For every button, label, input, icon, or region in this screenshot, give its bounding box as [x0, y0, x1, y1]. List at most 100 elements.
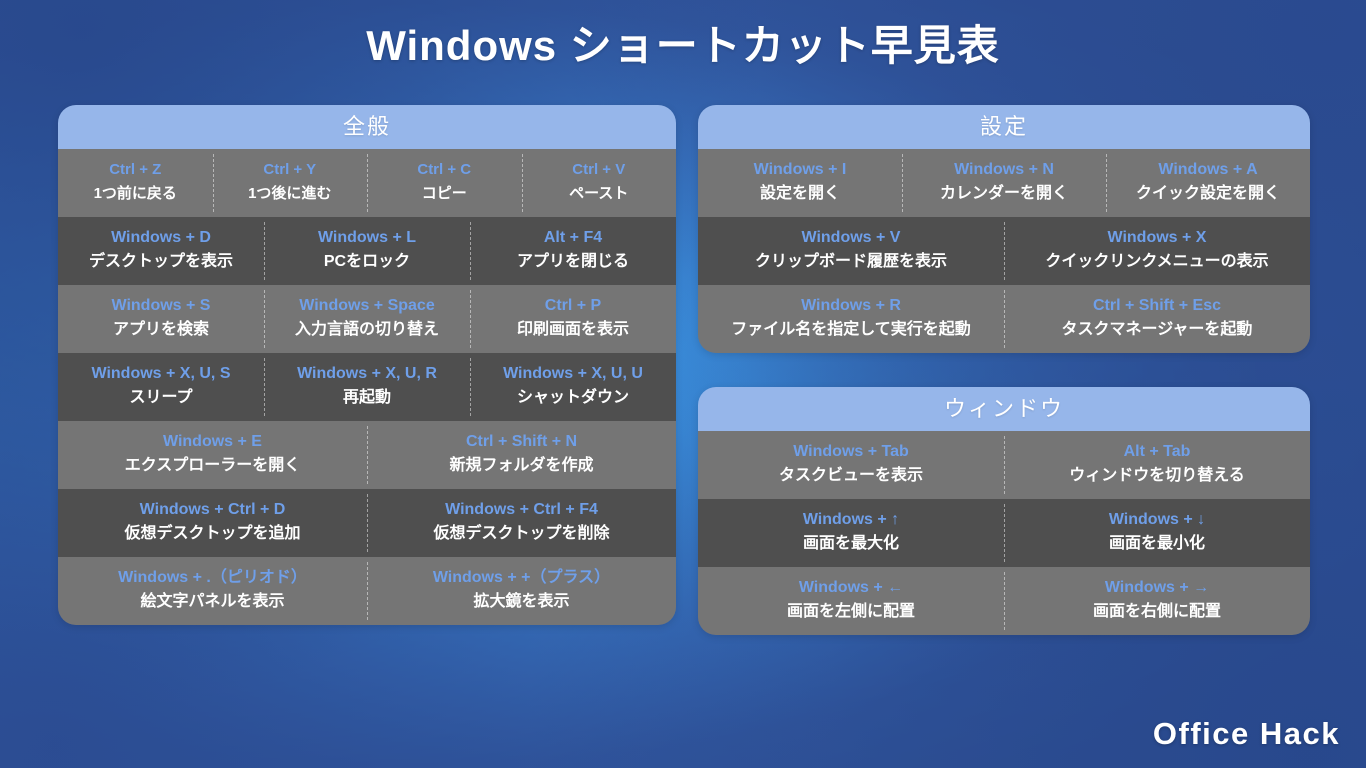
- shortcut-description: 新規フォルダを作成: [449, 457, 594, 474]
- shortcut-cell: Windows + X クイックリンクメニューの表示: [1004, 217, 1310, 285]
- right-column: 設定 Windows + I 設定を開く Windows + N カレンダーを開く Wi…: [698, 105, 1310, 635]
- card-settings-header: 設定: [698, 105, 1310, 149]
- shortcut-keys: Ctrl + Shift + N: [465, 433, 578, 450]
- shortcut-row: Windows + ↑ 画面を最大化 Windows + ↓ 画面を最小化: [698, 499, 1310, 567]
- shortcut-description: 仮想デスクトップを追加: [124, 525, 301, 542]
- shortcut-keys: Alt + F4: [543, 229, 603, 246]
- shortcut-keys: Windows + D: [111, 229, 211, 246]
- shortcut-cell: Windows + E エクスプローラーを開く: [58, 421, 367, 489]
- shortcut-keys: Windows + Ctrl + F4: [445, 501, 598, 518]
- shortcut-description: 絵文字パネルを表示: [140, 593, 285, 610]
- shortcut-cell: Windows + X, U, S スリープ: [58, 353, 264, 421]
- card-general-rows: Ctrl + Z 1つ前に戻る Ctrl + Y 1つ後に進む Ctrl + C コピー C…: [58, 149, 676, 625]
- shortcut-cell: Windows + D デスクトップを表示: [58, 217, 264, 285]
- shortcut-description: 1つ後に進む: [248, 185, 332, 202]
- shortcut-description: エクスプローラーを開く: [124, 457, 301, 474]
- shortcut-keys: Windows + X, U, S: [91, 365, 231, 382]
- shortcut-cell: Ctrl + P 印刷画面を表示: [470, 285, 676, 353]
- shortcut-cell: Windows + ↑ 画面を最大化: [698, 499, 1004, 567]
- shortcut-cell: Ctrl + C コピー: [367, 149, 522, 217]
- shortcut-cell: Alt + F4 アプリを閉じる: [470, 217, 676, 285]
- shortcut-description: 画面を最大化: [802, 535, 899, 552]
- left-column: 全般 Ctrl + Z 1つ前に戻る Ctrl + Y 1つ後に進む Ctrl + C コ…: [58, 105, 676, 625]
- shortcut-keys: Windows + Tab: [793, 443, 909, 460]
- shortcut-description: 画面を最小化: [1108, 535, 1205, 552]
- shortcut-row: Windows + .（ピリオド） 絵文字パネルを表示 Windows + +（プラ…: [58, 557, 676, 625]
- shortcut-description: スリープ: [129, 389, 193, 406]
- shortcut-keys: Windows + E: [163, 433, 262, 450]
- shortcut-keys: Windows + X, U, U: [503, 365, 643, 382]
- shortcut-description: タスクマネージャーを起動: [1061, 321, 1253, 338]
- shortcut-description: シャットダウン: [516, 389, 629, 406]
- shortcut-description: 設定を開く: [759, 185, 840, 202]
- shortcut-cell: Windows + N カレンダーを開く: [902, 149, 1106, 217]
- shortcut-keys: Windows + X: [1107, 229, 1207, 246]
- shortcut-keys: Windows + V: [801, 229, 901, 246]
- shortcut-row: Windows + R ファイル名を指定して実行を起動 Ctrl + Shift +…: [698, 285, 1310, 353]
- shortcut-row: Windows + S アプリを検索 Windows + Space 入力言語の切り替…: [58, 285, 676, 353]
- page-title: Windows ショートカット早見表: [366, 22, 1000, 69]
- shortcut-cell: Windows + Ctrl + D 仮想デスクトップを追加: [58, 489, 367, 557]
- shortcut-cell: Windows + Tab タスクビューを表示: [698, 431, 1004, 499]
- shortcut-keys: Windows + →: [1104, 579, 1210, 596]
- shortcut-description: 仮想デスクトップを削除: [433, 525, 610, 542]
- shortcut-cell: Windows + X, U, U シャットダウン: [470, 353, 676, 421]
- shortcut-keys: Windows + +（プラス）: [432, 569, 611, 586]
- card-window: ウィンドウ Windows + Tab タスクビューを表示 Alt + Tab ウィン…: [698, 387, 1310, 635]
- shortcut-keys: Alt + Tab: [1123, 443, 1191, 460]
- shortcut-cell: Windows + +（プラス） 拡大鏡を表示: [367, 557, 676, 625]
- shortcut-description: 入力言語の切り替え: [294, 321, 439, 338]
- shortcut-description: ファイル名を指定して実行を起動: [731, 321, 971, 338]
- shortcut-cell: Windows + S アプリを検索: [58, 285, 264, 353]
- shortcut-row: Windows + D デスクトップを表示 Windows + L PCをロック Alt…: [58, 217, 676, 285]
- office-hack-logo: Office Hack: [1152, 716, 1340, 751]
- card-settings: 設定 Windows + I 設定を開く Windows + N カレンダーを開く Wi…: [698, 105, 1310, 353]
- shortcut-cell: Windows + I 設定を開く: [698, 149, 902, 217]
- shortcut-description: 画面を左側に配置: [786, 603, 915, 620]
- shortcut-keys: Windows + Space: [299, 297, 435, 314]
- shortcut-description: デスクトップを表示: [88, 253, 233, 270]
- shortcut-keys: Ctrl + Shift + Esc: [1092, 297, 1222, 314]
- shortcut-cell: Windows + A クイック設定を開く: [1106, 149, 1310, 217]
- shortcut-row: Ctrl + Z 1つ前に戻る Ctrl + Y 1つ後に進む Ctrl + C コピー C…: [58, 149, 676, 217]
- shortcut-description: 印刷画面を表示: [516, 321, 629, 338]
- shortcut-description: クイックリンクメニューの表示: [1045, 253, 1269, 270]
- shortcut-row: Windows + V クリップボード履歴を表示 Windows + X クイックリン…: [698, 217, 1310, 285]
- shortcut-cell: Ctrl + Y 1つ後に進む: [212, 149, 368, 217]
- shortcut-keys: Ctrl + Z: [109, 161, 162, 178]
- shortcut-row: Windows + Ctrl + D 仮想デスクトップを追加 Windows + C…: [58, 489, 676, 557]
- shortcut-description: コピー: [421, 185, 467, 202]
- shortcut-description: タスクビューを表示: [778, 467, 923, 484]
- shortcut-cell: Windows + R ファイル名を指定して実行を起動: [698, 285, 1004, 353]
- shortcut-cell: Windows + V クリップボード履歴を表示: [698, 217, 1004, 285]
- card-window-header: ウィンドウ: [698, 387, 1310, 431]
- shortcut-keys: Ctrl + P: [544, 297, 602, 314]
- shortcut-cell: Windows + .（ピリオド） 絵文字パネルを表示: [58, 557, 367, 625]
- shortcut-row: Windows + Tab タスクビューを表示 Alt + Tab ウィンドウを切り替…: [698, 431, 1310, 499]
- shortcut-cell: Windows + L PCをロック: [264, 217, 470, 285]
- shortcut-keys: Windows + S: [111, 297, 211, 314]
- shortcut-keys: Windows + X, U, R: [297, 365, 437, 382]
- shortcut-keys: Windows + ←: [798, 579, 904, 596]
- shortcut-description: 1つ前に戻る: [93, 185, 177, 202]
- shortcut-keys: Windows + N: [954, 161, 1054, 178]
- shortcut-cell: Alt + Tab ウィンドウを切り替える: [1004, 431, 1310, 499]
- card-settings-rows: Windows + I 設定を開く Windows + N カレンダーを開く Windo…: [698, 149, 1310, 353]
- shortcut-description: ウィンドウを切り替える: [1069, 467, 1245, 484]
- shortcut-description: PCをロック: [323, 253, 411, 270]
- shortcut-cell: Ctrl + Shift + Esc タスクマネージャーを起動: [1004, 285, 1310, 353]
- shortcut-keys: Windows + R: [801, 297, 901, 314]
- card-general-header: 全般: [58, 105, 676, 149]
- card-general: 全般 Ctrl + Z 1つ前に戻る Ctrl + Y 1つ後に進む Ctrl + C コ…: [58, 105, 676, 625]
- shortcut-cell: Windows + Space 入力言語の切り替え: [264, 285, 470, 353]
- shortcut-keys: Windows + .（ピリオド）: [118, 569, 307, 586]
- shortcut-row: Windows + I 設定を開く Windows + N カレンダーを開く Windo…: [698, 149, 1310, 217]
- shortcut-description: アプリを検索: [112, 321, 209, 338]
- shortcut-row: Windows + ← 画面を左側に配置 Windows + → 画面を右側に配置: [698, 567, 1310, 635]
- shortcut-keys: Windows + L: [317, 229, 417, 246]
- shortcut-keys: Ctrl + V: [572, 161, 626, 178]
- shortcut-cell: Ctrl + Shift + N 新規フォルダを作成: [367, 421, 676, 489]
- shortcut-cell: Windows + Ctrl + F4 仮想デスクトップを削除: [367, 489, 676, 557]
- card-window-rows: Windows + Tab タスクビューを表示 Alt + Tab ウィンドウを切り替…: [698, 431, 1310, 635]
- shortcut-cell: Windows + ↓ 画面を最小化: [1004, 499, 1310, 567]
